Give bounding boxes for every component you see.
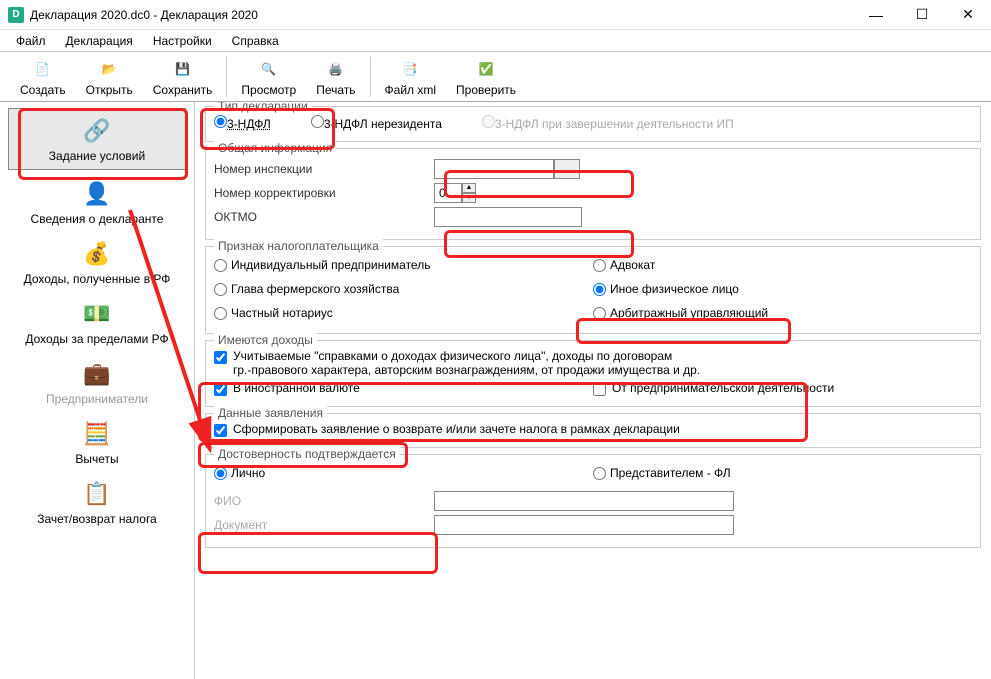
radio-representative[interactable]: Представителем - ФЛ xyxy=(593,466,731,480)
checkbox-business-income[interactable]: От предпринимательской деятельности xyxy=(593,381,972,396)
input-oktmo[interactable] xyxy=(434,207,582,227)
sidebar-item-refund[interactable]: 📋Зачет/возврат налога xyxy=(0,472,194,532)
fieldset-statement: Данные заявления Сформировать заявление … xyxy=(205,413,981,448)
statement-legend: Данные заявления xyxy=(214,406,327,420)
input-correction[interactable] xyxy=(434,183,462,203)
menu-declaration[interactable]: Декларация xyxy=(60,32,139,50)
sidebar-item-entrepreneurs[interactable]: 💼Предприниматели xyxy=(0,352,194,412)
radio-arbitration[interactable]: Арбитражный управляющий xyxy=(593,306,768,320)
person-icon: 👤 xyxy=(81,178,113,210)
toolbar: 📄Создать 📂Открыть 💾Сохранить 🔍Просмотр 🖨… xyxy=(0,52,991,102)
radio-notary[interactable]: Частный нотариус xyxy=(214,306,333,320)
open-folder-icon: 📂 xyxy=(97,57,121,81)
save-disk-icon: 💾 xyxy=(171,57,195,81)
new-file-icon: 📄 xyxy=(31,57,55,81)
print-button[interactable]: 🖨️Печать xyxy=(306,55,365,99)
income-legend: Имеются доходы xyxy=(214,333,317,347)
main-panel: Тип декларации 3-НДФЛ 3-НДФЛ нерезидента… xyxy=(195,102,991,679)
menubar: Файл Декларация Настройки Справка xyxy=(0,30,991,52)
preview-icon: 🔍 xyxy=(257,57,281,81)
close-button[interactable]: ✕ xyxy=(945,0,991,30)
window-title: Декларация 2020.dc0 - Декларация 2020 xyxy=(30,8,853,22)
coins-icon: 💰 xyxy=(81,238,113,270)
checkbox-form-statement[interactable]: Сформировать заявление о возврате и/или … xyxy=(214,422,972,437)
radio-other-person[interactable]: Иное физическое лицо xyxy=(593,282,739,296)
radio-ip[interactable]: Индивидуальный предприниматель xyxy=(214,258,430,272)
fieldset-decltype: Тип декларации 3-НДФЛ 3-НДФЛ нерезидента… xyxy=(205,106,981,142)
preview-button[interactable]: 🔍Просмотр xyxy=(231,55,306,99)
input-doc xyxy=(434,515,734,535)
calculator-icon: 🧮 xyxy=(81,418,113,450)
sidebar-item-conditions[interactable]: 🔗Задание условий xyxy=(8,108,186,170)
input-inspection[interactable] xyxy=(434,159,554,179)
check-icon: ✅ xyxy=(474,57,498,81)
checkbox-foreign-currency[interactable]: В иностранной валюте xyxy=(214,381,593,396)
checkbox-income-statements[interactable]: Учитываемые "справками о доходах физичес… xyxy=(214,349,972,377)
decltype-legend: Тип декларации xyxy=(214,102,312,113)
titlebar: D Декларация 2020.dc0 - Декларация 2020 … xyxy=(0,0,991,30)
menu-settings[interactable]: Настройки xyxy=(147,32,218,50)
conditions-icon: 🔗 xyxy=(81,115,113,147)
radio-farmer[interactable]: Глава фермерского хозяйства xyxy=(214,282,399,296)
fieldset-taxpayer: Признак налогоплательщика Индивидуальный… xyxy=(205,246,981,334)
sidebar: 🔗Задание условий 👤Сведения о декларанте … xyxy=(0,102,195,679)
spin-up[interactable]: ▲ xyxy=(462,183,476,193)
inspection-lookup-button[interactable]: ... xyxy=(554,159,580,179)
sidebar-item-deductions[interactable]: 🧮Вычеты xyxy=(0,412,194,472)
general-legend: Общая информация xyxy=(214,141,336,155)
menu-file[interactable]: Файл xyxy=(10,32,52,50)
sidebar-item-income-rf[interactable]: 💰Доходы, полученные в РФ xyxy=(0,232,194,292)
create-button[interactable]: 📄Создать xyxy=(10,55,76,99)
menu-help[interactable]: Справка xyxy=(226,32,285,50)
printer-icon: 🖨️ xyxy=(324,57,348,81)
radio-lawyer[interactable]: Адвокат xyxy=(593,258,655,272)
confirm-legend: Достоверность подтверждается xyxy=(214,447,400,461)
briefcase-icon: 💼 xyxy=(81,358,113,390)
label-fio: ФИО xyxy=(214,494,434,508)
fieldset-general: Общая информация Номер инспекции ... Ном… xyxy=(205,148,981,240)
label-inspection: Номер инспекции xyxy=(214,162,434,176)
minimize-button[interactable]: — xyxy=(853,0,899,30)
sidebar-item-income-foreign[interactable]: 💵Доходы за пределами РФ xyxy=(0,292,194,352)
radio-personally[interactable]: Лично xyxy=(214,466,265,480)
app-icon: D xyxy=(8,7,24,23)
moneybag-icon: 💵 xyxy=(81,298,113,330)
spinner-correction[interactable]: ▲▼ xyxy=(434,183,476,203)
input-fio xyxy=(434,491,734,511)
xml-icon: 📑 xyxy=(398,57,422,81)
radio-3ndfl[interactable]: 3-НДФЛ xyxy=(214,115,271,131)
maximize-button[interactable]: ☐ xyxy=(899,0,945,30)
label-doc: Документ xyxy=(214,518,434,532)
document-icon: 📋 xyxy=(81,478,113,510)
spin-down[interactable]: ▼ xyxy=(462,193,476,203)
label-correction: Номер корректировки xyxy=(214,186,434,200)
sidebar-item-declarant[interactable]: 👤Сведения о декларанте xyxy=(0,172,194,232)
fieldset-income: Имеются доходы Учитываемые "справками о … xyxy=(205,340,981,407)
save-button[interactable]: 💾Сохранить xyxy=(143,55,223,99)
radio-3ndfl-nonresident[interactable]: 3-НДФЛ нерезидента xyxy=(311,115,442,131)
check-button[interactable]: ✅Проверить xyxy=(446,55,526,99)
taxpayer-legend: Признак налогоплательщика xyxy=(214,239,383,253)
xml-button[interactable]: 📑Файл xml xyxy=(375,55,447,99)
fieldset-confirm: Достоверность подтверждается Лично Предс… xyxy=(205,454,981,548)
radio-3ndfl-ip: 3-НДФЛ при завершении деятельности ИП xyxy=(482,115,734,131)
label-oktmo: ОКТМО xyxy=(214,210,434,224)
open-button[interactable]: 📂Открыть xyxy=(76,55,143,99)
